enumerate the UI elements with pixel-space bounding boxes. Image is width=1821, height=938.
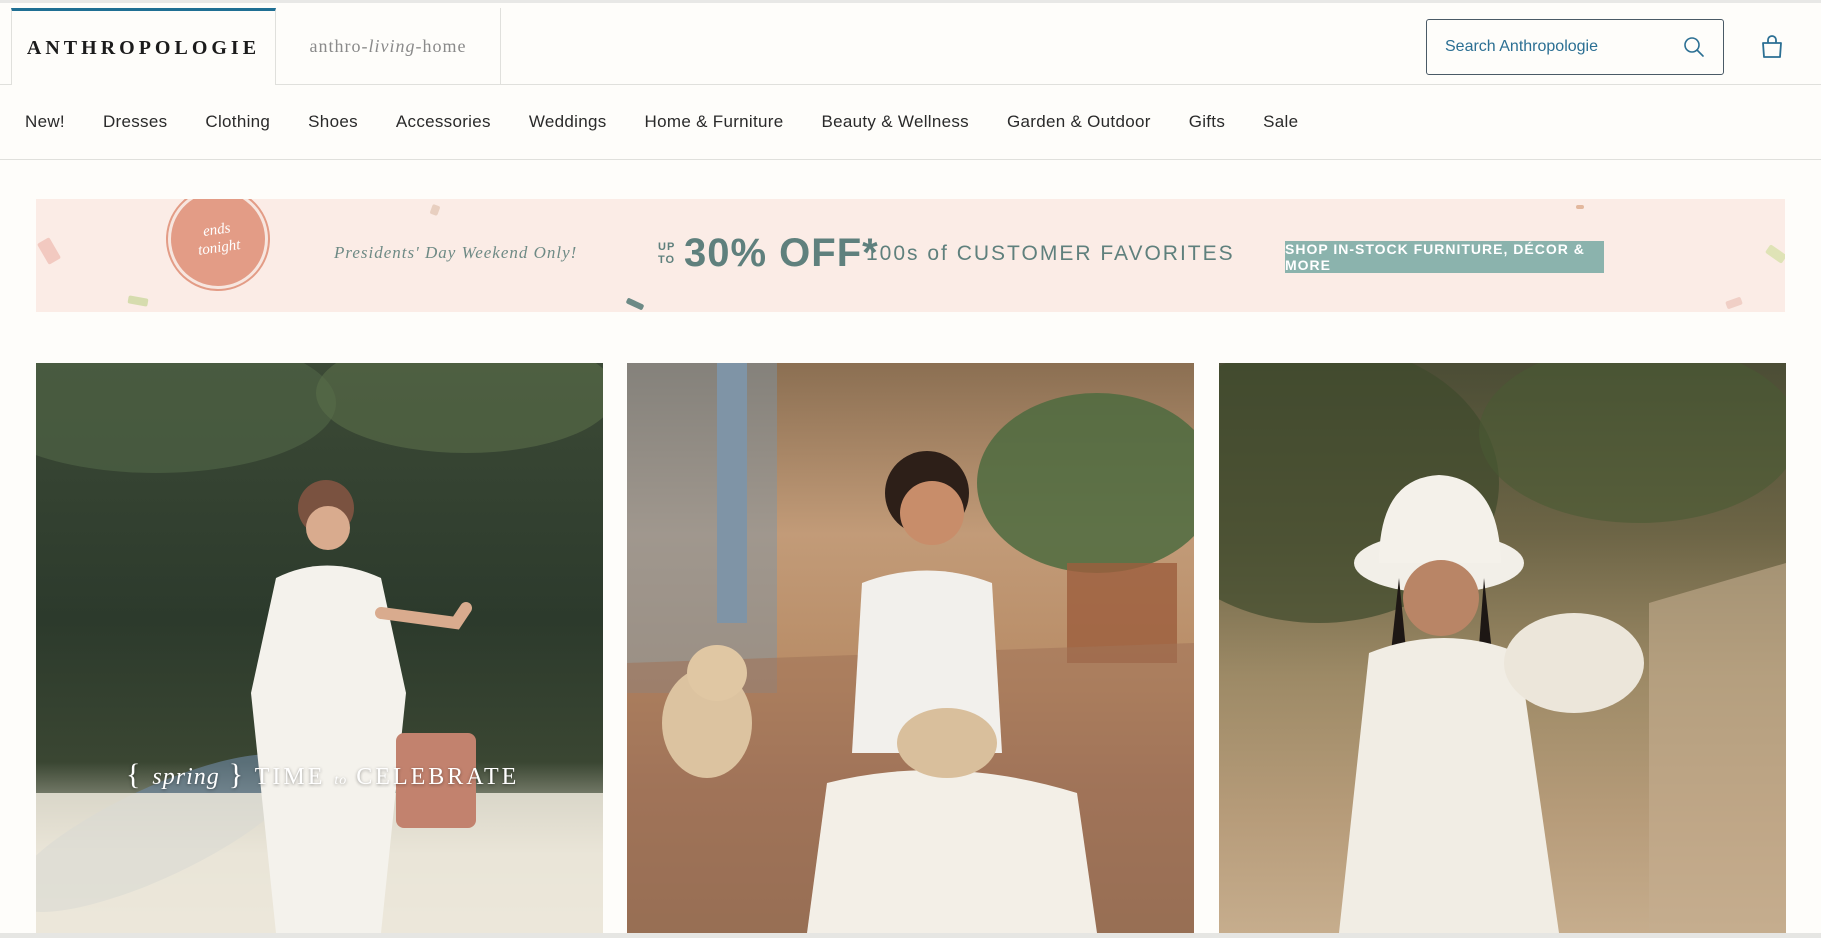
nav-item-accessories[interactable]: Accessories — [396, 112, 491, 132]
confetti-decoration — [1725, 296, 1743, 310]
nav-item-gifts[interactable]: Gifts — [1189, 112, 1225, 132]
nav-item-sale[interactable]: Sale — [1263, 112, 1298, 132]
search-box — [1426, 19, 1724, 75]
tile-caption-spring-celebrate: { spring } TIME to CELEBRATE — [126, 758, 520, 791]
hero-image-woman-puppies — [627, 363, 1194, 933]
ends-tonight-badge: ends tonight — [161, 199, 275, 296]
brand-anthroliving-tab[interactable]: anthro-living-home — [276, 8, 501, 85]
brand-anthropologie-logo: ANTHROPOLOGIE — [26, 36, 261, 59]
nav-item-clothing[interactable]: Clothing — [205, 112, 270, 132]
bottom-divider — [0, 933, 1821, 938]
search-input[interactable] — [1445, 38, 1675, 56]
promo-subline: 100s of CUSTOMER FAVORITES — [866, 242, 1235, 265]
confetti-decoration — [36, 237, 62, 265]
nav-item-new[interactable]: New! — [25, 112, 65, 132]
confetti-decoration — [429, 203, 441, 217]
search-icon[interactable] — [1683, 36, 1705, 58]
promo-headline: 30% OFF* — [684, 231, 879, 275]
hero-tile-spring-celebrate[interactable]: { spring } TIME to CELEBRATE — [36, 363, 603, 933]
hero-tile-woman-with-puppies[interactable] — [627, 363, 1194, 933]
brand-anthroliving-logo: anthro-living-home — [309, 36, 467, 56]
confetti-decoration — [1576, 205, 1584, 209]
nav-item-garden-outdoor[interactable]: Garden & Outdoor — [1007, 112, 1151, 132]
promo-banner[interactable]: ends tonight Presidents' Day Weekend Onl… — [36, 199, 1785, 312]
confetti-decoration — [1764, 244, 1785, 264]
hero-tile-woman-bucket-hat[interactable] — [1219, 363, 1786, 933]
confetti-decoration — [127, 295, 149, 307]
nav-item-weddings[interactable]: Weddings — [529, 112, 607, 132]
hero-image-woman-bucket-hat — [1219, 363, 1786, 933]
main-nav: New! Dresses Clothing Shoes Accessories … — [0, 85, 1821, 160]
shop-in-stock-button[interactable]: SHOP IN-STOCK FURNITURE, DÉCOR & MORE — [1285, 241, 1604, 273]
site-header: ANTHROPOLOGIE anthro-living-home — [0, 8, 1821, 85]
nav-item-beauty-wellness[interactable]: Beauty & Wellness — [822, 112, 969, 132]
nav-item-home-furniture[interactable]: Home & Furniture — [645, 112, 784, 132]
promo-upto-label: UP TO — [658, 241, 676, 266]
promo-tagline: Presidents' Day Weekend Only! — [334, 243, 578, 262]
top-divider — [0, 0, 1821, 3]
shopping-bag-icon[interactable] — [1758, 33, 1786, 61]
nav-item-dresses[interactable]: Dresses — [103, 112, 167, 132]
hero-image-woman-white-dress — [36, 363, 603, 933]
brand-anthropologie-tab[interactable]: ANTHROPOLOGIE — [11, 8, 276, 85]
confetti-decoration — [625, 297, 645, 311]
nav-item-shoes[interactable]: Shoes — [308, 112, 358, 132]
